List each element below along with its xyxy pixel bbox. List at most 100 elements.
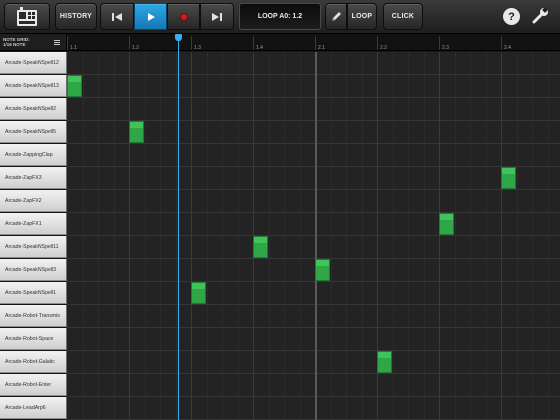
wrench-icon bbox=[532, 7, 548, 24]
note-grid-value: 1/16 NOTE bbox=[3, 42, 26, 47]
record-icon bbox=[179, 12, 188, 21]
grid-step-line bbox=[191, 52, 192, 420]
grid-step-line bbox=[470, 52, 471, 420]
skip-forward-icon bbox=[212, 12, 222, 21]
click-button[interactable]: CLICK bbox=[383, 3, 423, 30]
ruler-tick bbox=[439, 36, 440, 50]
ruler-label: 2.3 bbox=[442, 45, 449, 51]
sample-list: Arcade-SpeakNSpell12 Arcade-SpeakNSpell13… bbox=[0, 52, 67, 420]
grid-step-line bbox=[176, 52, 177, 420]
ruler-label: 1.2 bbox=[132, 45, 139, 51]
grid-step-line bbox=[393, 52, 394, 420]
sample-item[interactable]: Arcade-SpeakNSpell1 bbox=[0, 282, 67, 304]
grid-step-line bbox=[501, 52, 502, 420]
ruler-label: 1.4 bbox=[256, 45, 263, 51]
grid-step-line bbox=[129, 52, 130, 420]
sample-item[interactable]: Arcade-SpeakNSpell3 bbox=[0, 259, 67, 281]
sample-item[interactable]: Arcade-SpeakNSpell11 bbox=[0, 236, 67, 258]
grid-step-line bbox=[548, 52, 549, 420]
playhead-handle[interactable] bbox=[175, 34, 182, 41]
sample-item[interactable]: Arcade-Robot-Enter bbox=[0, 374, 67, 396]
rewind-button[interactable] bbox=[100, 3, 134, 30]
skip-back-icon bbox=[112, 12, 122, 21]
grid-step-line bbox=[455, 52, 456, 420]
sample-item[interactable]: Arcade-SpeakNSpell5 bbox=[0, 121, 67, 143]
grid-step-line bbox=[362, 52, 363, 420]
ruler-tick bbox=[191, 36, 192, 50]
sample-item[interactable]: Arcade-ZapFX1 bbox=[0, 213, 67, 235]
playhead-line bbox=[178, 38, 179, 420]
grid-step-line bbox=[222, 52, 223, 420]
grid-step-line bbox=[439, 52, 440, 420]
sample-item[interactable]: Arcade-ZapFX3 bbox=[0, 167, 67, 189]
sample-item[interactable]: Arcade-ZappingClap bbox=[0, 144, 67, 166]
note-block[interactable] bbox=[501, 167, 516, 189]
drum-machine-icon bbox=[17, 6, 37, 26]
ruler-tick bbox=[253, 36, 254, 50]
note-block[interactable] bbox=[439, 213, 454, 235]
grid-step-line bbox=[98, 52, 99, 420]
ruler-tick bbox=[501, 36, 502, 50]
ruler-label: 2.1 bbox=[318, 45, 325, 51]
note-block[interactable] bbox=[129, 121, 144, 143]
click-label: CLICK bbox=[391, 13, 415, 20]
grid-step-line bbox=[207, 52, 208, 420]
forward-button[interactable] bbox=[200, 3, 234, 30]
note-block[interactable] bbox=[315, 259, 330, 281]
help-icon[interactable]: ? bbox=[503, 8, 520, 25]
sample-item[interactable]: Arcade-SpeakNSpell12 bbox=[0, 52, 67, 74]
ruler-tick bbox=[377, 36, 378, 50]
timeline-ruler[interactable]: 1.1 1.2 1.3 1.4 2.1 2.2 2.3 2.4 bbox=[67, 34, 560, 51]
grid-step-line bbox=[160, 52, 161, 420]
edit-loop-button[interactable] bbox=[325, 3, 347, 30]
grid-step-line bbox=[408, 52, 409, 420]
grid-step-line bbox=[114, 52, 115, 420]
sample-item[interactable]: Arcade-LeadArp6 bbox=[0, 397, 67, 419]
settings-button[interactable] bbox=[532, 7, 550, 30]
note-block[interactable] bbox=[191, 282, 206, 304]
note-block[interactable] bbox=[253, 236, 268, 258]
loop-label: LOOP bbox=[351, 13, 373, 20]
sample-item[interactable]: Arcade-SpeakNSpell2 bbox=[0, 98, 67, 120]
ruler-label: 1.3 bbox=[194, 45, 201, 51]
note-grid[interactable] bbox=[67, 52, 560, 420]
grid-step-line bbox=[517, 52, 518, 420]
ruler-label: 1.1 bbox=[70, 45, 77, 51]
loop-display[interactable]: LOOP A0: 1.2 bbox=[239, 3, 321, 30]
ruler-tick bbox=[315, 36, 316, 50]
grid-step-line bbox=[83, 52, 84, 420]
ruler-tick bbox=[67, 36, 68, 50]
grid-step-line bbox=[331, 52, 332, 420]
sample-item[interactable]: Arcade-Robot-Galatic bbox=[0, 351, 67, 373]
grid-step-line bbox=[315, 52, 317, 420]
grid-step-line bbox=[284, 52, 285, 420]
ruler-label: 2.4 bbox=[504, 45, 511, 51]
note-block[interactable] bbox=[377, 351, 392, 373]
play-button[interactable] bbox=[134, 3, 167, 30]
play-icon bbox=[147, 12, 155, 21]
loop-button[interactable]: LOOP bbox=[347, 3, 377, 30]
sample-item[interactable]: Arcade-Robot-Space bbox=[0, 328, 67, 350]
ruler-tick bbox=[129, 36, 130, 50]
grid-step-line bbox=[486, 52, 487, 420]
ruler-label: 2.2 bbox=[380, 45, 387, 51]
grid-step-line bbox=[532, 52, 533, 420]
history-button[interactable]: HISTORY bbox=[55, 3, 97, 30]
grid-step-line bbox=[300, 52, 301, 420]
record-button[interactable] bbox=[167, 3, 200, 30]
sample-item[interactable]: Arcade-ZapFX2 bbox=[0, 190, 67, 212]
list-menu-icon bbox=[54, 40, 60, 45]
grid-step-line bbox=[346, 52, 347, 420]
grid-step-line bbox=[238, 52, 239, 420]
note-grid-setting[interactable]: NOTE GRID: 1/16 NOTE bbox=[0, 34, 67, 51]
sample-item[interactable]: Arcade-SpeakNSpell13 bbox=[0, 75, 67, 97]
history-label: HISTORY bbox=[59, 13, 93, 20]
grid-step-line bbox=[269, 52, 270, 420]
toolbar: HISTORY LOOP A0: 1.2 LOOP CLICK ? bbox=[0, 0, 560, 34]
note-block[interactable] bbox=[67, 75, 82, 97]
grid-step-line bbox=[145, 52, 146, 420]
sample-item[interactable]: Arcade-Robot-Transmis bbox=[0, 305, 67, 327]
app-icon-button[interactable] bbox=[4, 3, 50, 30]
grid-step-line bbox=[424, 52, 425, 420]
loop-display-text: LOOP A0: 1.2 bbox=[257, 13, 303, 20]
